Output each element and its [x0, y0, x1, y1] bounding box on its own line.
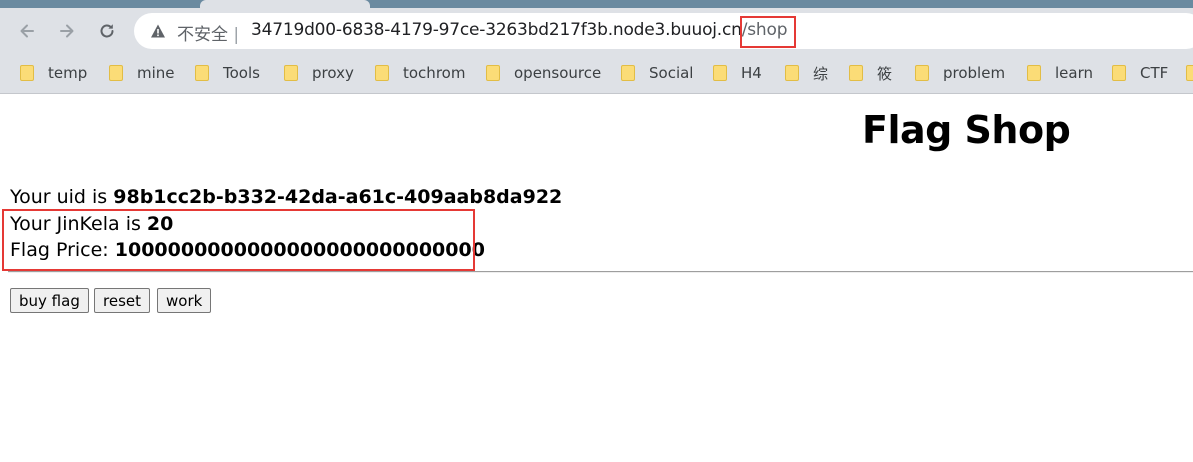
- address-bar[interactable]: 不安全 | 34719d00-6838-4179-97ce-3263bd217f…: [134, 13, 1193, 49]
- bookmark-zong[interactable]: 综: [785, 63, 828, 83]
- folder-icon: [195, 65, 209, 81]
- reset-button[interactable]: reset: [94, 288, 150, 313]
- page-title: Flag Shop: [862, 108, 1071, 152]
- bookmark-learn[interactable]: learn: [1027, 63, 1093, 83]
- warning-icon: [151, 24, 165, 38]
- active-tab[interactable]: [200, 0, 370, 8]
- forward-button[interactable]: [54, 18, 80, 44]
- reload-button[interactable]: [94, 18, 120, 44]
- uid-value: 98b1cc2b-b332-42da-a61c-409aab8da922: [113, 186, 563, 208]
- bookmark-problem[interactable]: problem: [915, 63, 1005, 83]
- reload-icon: [100, 24, 114, 38]
- bookmark-mine[interactable]: mine: [109, 63, 175, 83]
- uid-line: Your uid is 98b1cc2b-b332-42da-a61c-409a…: [10, 186, 562, 208]
- bookmark-tools[interactable]: Tools: [195, 63, 260, 83]
- page-content: Flag Shop Your uid is 98b1cc2b-b332-42da…: [0, 94, 1193, 462]
- folder-icon: [1186, 65, 1193, 81]
- url-path-highlight: [740, 16, 796, 48]
- folder-icon: [713, 65, 727, 81]
- bookmark-h4[interactable]: H4: [713, 63, 762, 83]
- forward-arrow-icon: [60, 24, 74, 38]
- security-label[interactable]: 不安全 |: [177, 20, 239, 45]
- url-host: 34719d00-6838-4179-97ce-3263bd217f3b.nod…: [251, 20, 742, 40]
- back-arrow-icon: [20, 24, 34, 38]
- work-button[interactable]: work: [157, 288, 212, 313]
- back-button[interactable]: [14, 18, 40, 44]
- folder-icon: [785, 65, 799, 81]
- bookmark-social[interactable]: Social: [621, 63, 693, 83]
- folder-icon: [621, 65, 635, 81]
- buy-flag-button[interactable]: buy flag: [10, 288, 89, 313]
- bookmark-temp[interactable]: temp: [20, 63, 87, 83]
- folder-icon: [20, 65, 34, 81]
- bookmark-overflow[interactable]: [1186, 63, 1193, 83]
- bookmark-opensource[interactable]: opensource: [486, 63, 601, 83]
- folder-icon: [1112, 65, 1126, 81]
- bookmark-tochrom[interactable]: tochrom: [375, 63, 465, 83]
- folder-icon: [284, 65, 298, 81]
- url-text[interactable]: 34719d00-6838-4179-97ce-3263bd217f3b.nod…: [251, 20, 787, 40]
- bookmarks-bar: temp mine Tools proxy tochrom opensource…: [0, 53, 1193, 94]
- folder-icon: [375, 65, 389, 81]
- browser-toolbar: 不安全 | 34719d00-6838-4179-97ce-3263bd217f…: [0, 8, 1193, 53]
- folder-icon: [1027, 65, 1041, 81]
- folder-icon: [849, 65, 863, 81]
- uid-label: Your uid is: [10, 186, 114, 208]
- folder-icon: [109, 65, 123, 81]
- bookmark-proxy[interactable]: proxy: [284, 63, 354, 83]
- jinkela-price-highlight: [2, 209, 475, 271]
- divider: [8, 271, 1193, 273]
- folder-icon: [915, 65, 929, 81]
- bookmark-ctf[interactable]: CTF: [1112, 63, 1168, 83]
- tab-strip: [0, 0, 1193, 8]
- folder-icon: [486, 65, 500, 81]
- bookmark-xiao[interactable]: 筱: [849, 63, 892, 83]
